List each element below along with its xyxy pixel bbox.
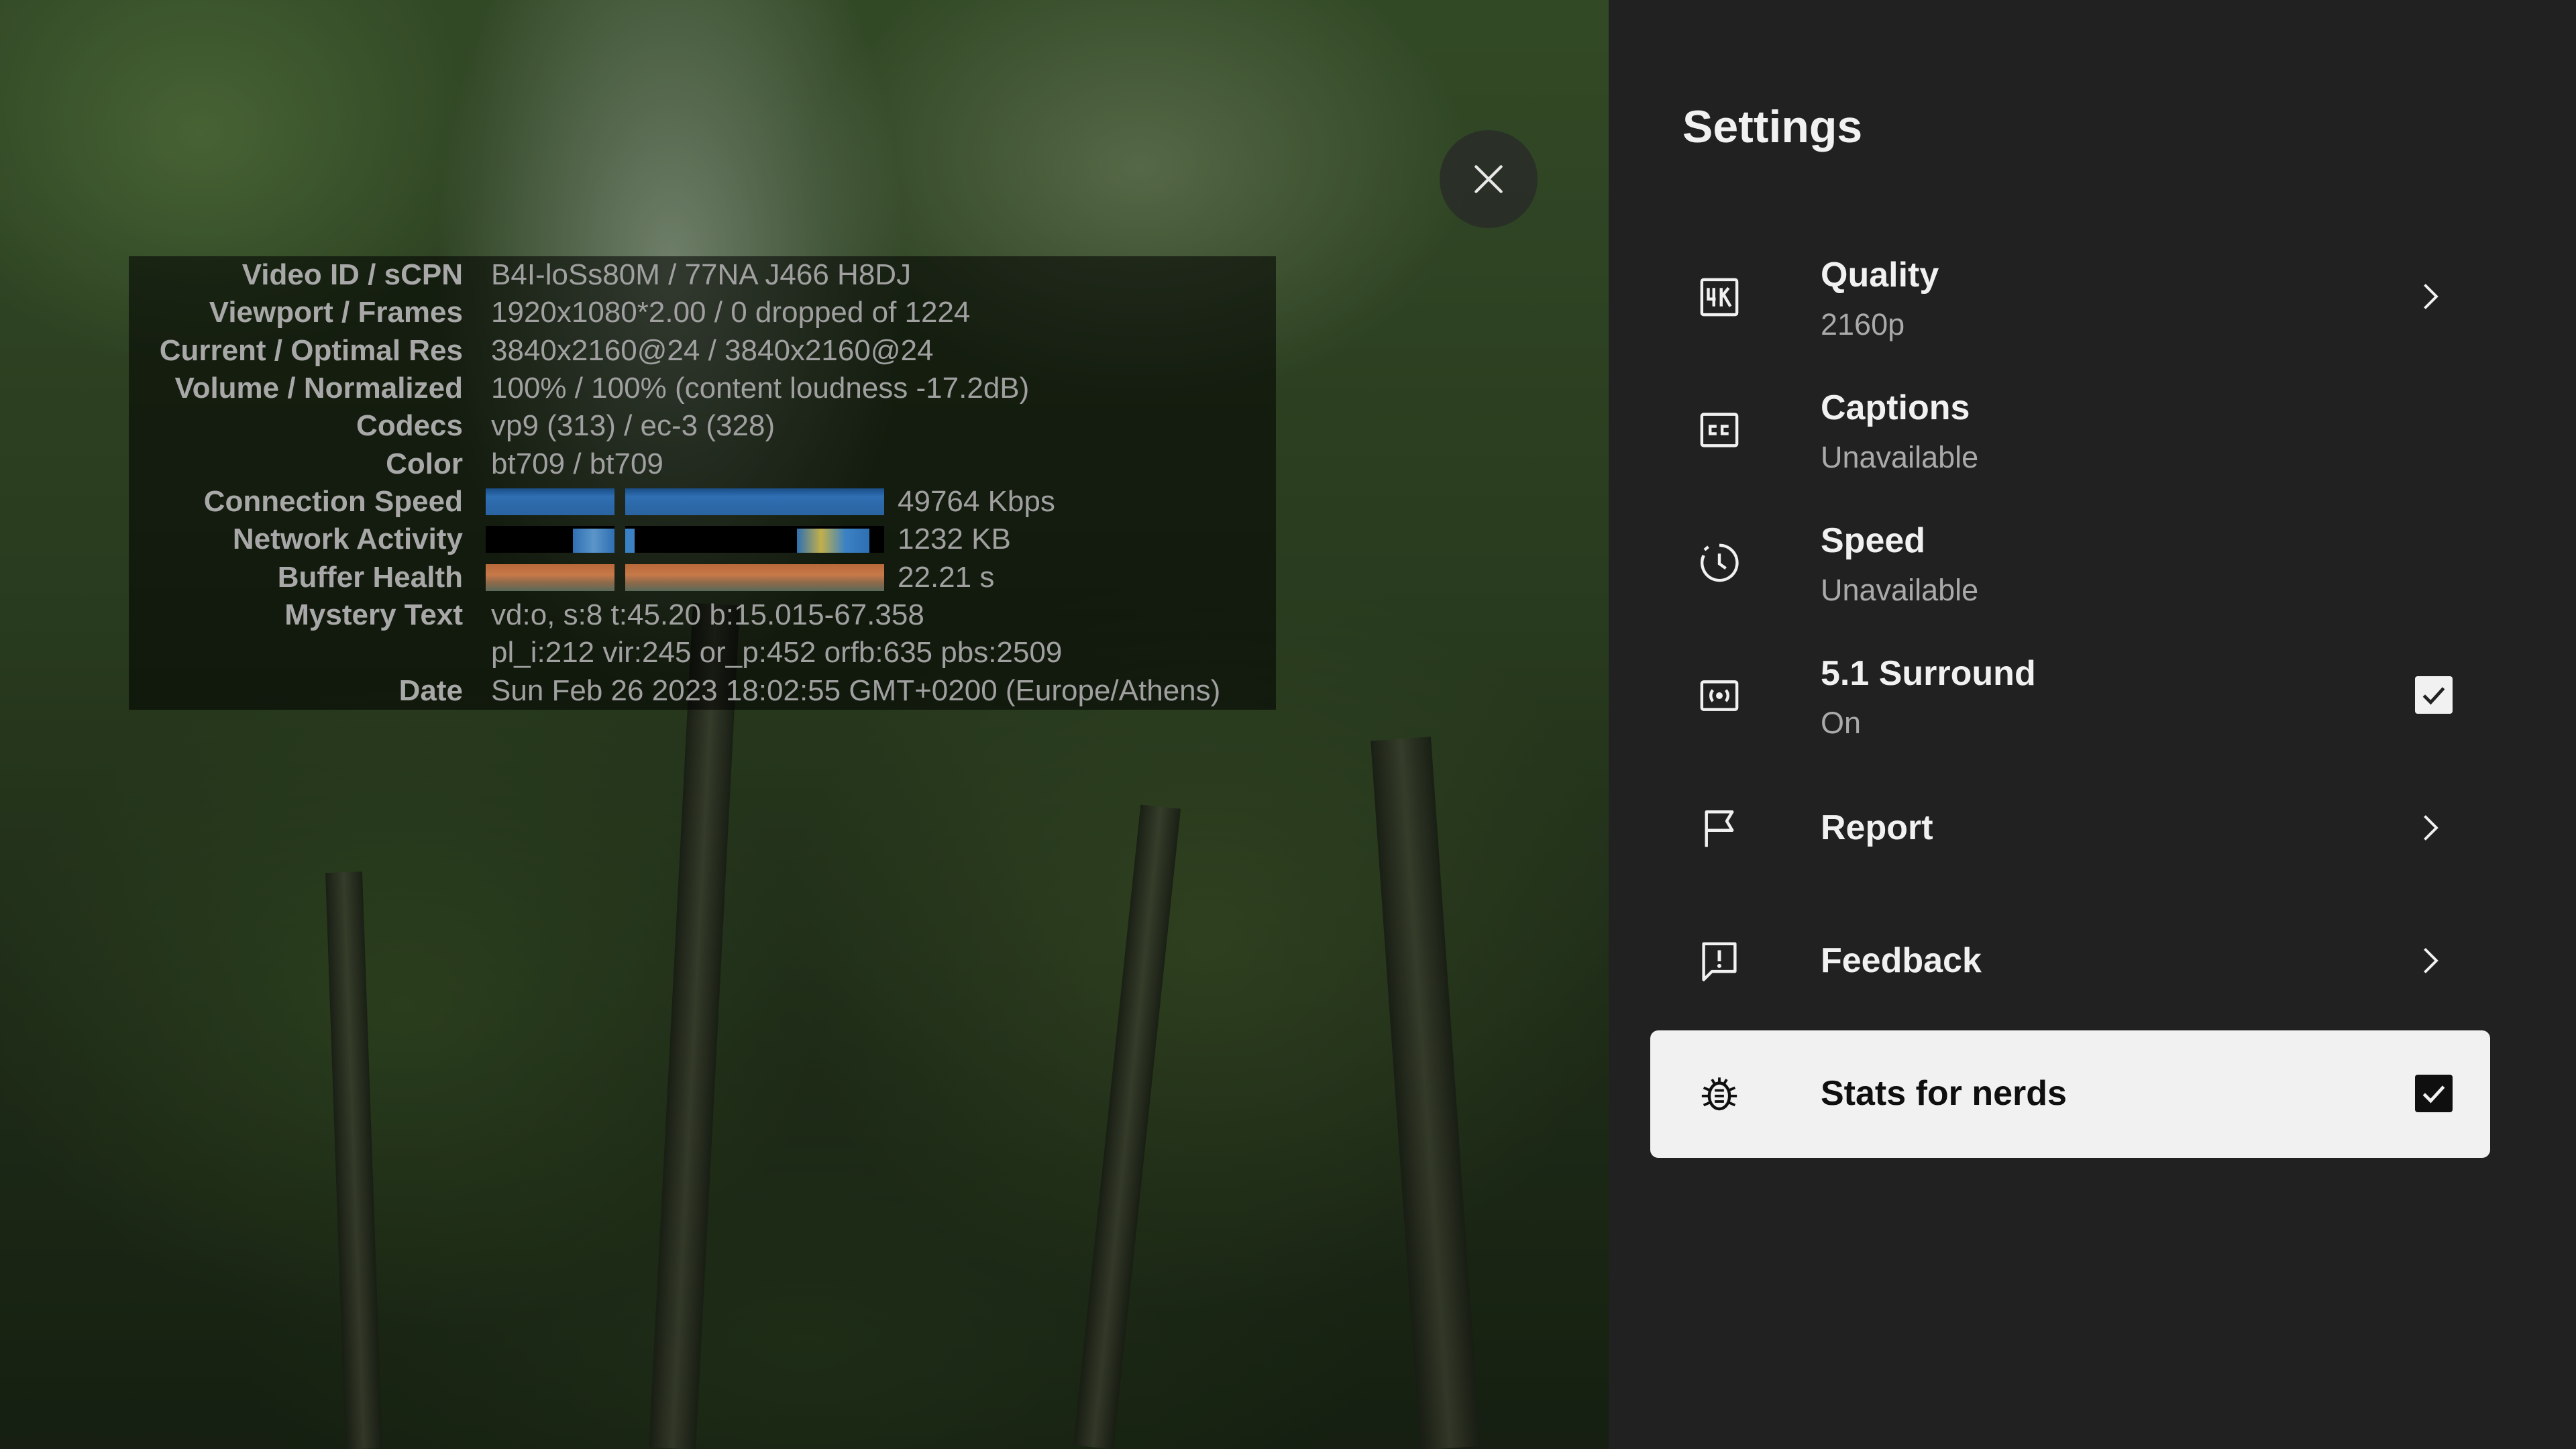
stats-label: Current / Optimal Res (159, 334, 463, 367)
settings-item-subtitle: Unavailable (1821, 440, 1979, 474)
stats-row-mystery-text-2: pl_i:212 vir:245 or_p:452 orfb:635 pbs:2… (129, 634, 1276, 672)
settings-item-subtitle: 2160p (1821, 307, 1905, 341)
stats-row-network-activity: Network Activity 1232 KB (129, 521, 1276, 558)
stats-value: B4I-loSs80M / 77NA J466 H8DJ (491, 258, 912, 291)
settings-item-feedback[interactable]: Feedback (1650, 898, 2490, 1025)
stats-value: 22.21 s (898, 561, 995, 594)
surround-checkbox[interactable] (2415, 676, 2453, 714)
stats-label: Viewport / Frames (209, 296, 463, 329)
stats-row-color: Color bt709 / bt709 (129, 445, 1276, 483)
settings-item-title: Report (1821, 808, 1933, 847)
network-activity-graph (486, 526, 614, 553)
connection-speed-graph (625, 488, 884, 515)
stats-value: pl_i:212 vir:245 or_p:452 orfb:635 pbs:2… (491, 636, 1063, 669)
stats-row-video-id: Video ID / sCPN B4I-loSs80M / 77NA J466 … (129, 256, 1276, 294)
settings-item-title: Quality (1821, 256, 1939, 294)
stats-label: Color (386, 447, 463, 480)
stats-value: 1920x1080*2.00 / 0 dropped of 1224 (491, 296, 971, 329)
settings-item-quality[interactable]: Quality 2160p (1650, 233, 2490, 361)
stats-value: vd:o, s:8 t:45.20 b:15.015-67.358 (491, 598, 924, 631)
settings-item-title: Captions (1821, 388, 1970, 427)
stats-value: 1232 KB (898, 523, 1011, 555)
speed-icon (1701, 543, 1739, 582)
stats-label: Mystery Text (284, 598, 463, 631)
stats-row-date: Date Sun Feb 26 2023 18:02:55 GMT+0200 (… (129, 672, 1276, 710)
stats-value: Sun Feb 26 2023 18:02:55 GMT+0200 (Europ… (491, 674, 1221, 707)
settings-item-report[interactable]: Report (1650, 765, 2490, 892)
flag-icon (1705, 810, 1734, 847)
surround-icon (1700, 680, 1739, 711)
stats-label: Network Activity (232, 523, 463, 555)
feedback-icon (1702, 942, 1737, 981)
settings-item-speed[interactable]: Speed Unavailable (1650, 499, 2490, 627)
connection-speed-graph (486, 488, 614, 515)
stats-label: Video ID / sCPN (241, 258, 463, 291)
stats-label: Connection Speed (203, 485, 463, 518)
close-icon (1474, 165, 1503, 193)
stats-row-connection-speed: Connection Speed 49764 Kbps (129, 483, 1276, 521)
settings-title: Settings (1682, 101, 1863, 152)
stats-for-nerds-panel: Video ID / sCPN B4I-loSs80M / 77NA J466 … (129, 256, 1276, 710)
stats-row-viewport: Viewport / Frames 1920x1080*2.00 / 0 dro… (129, 294, 1276, 331)
settings-item-surround[interactable]: 5.1 Surround On (1650, 632, 2490, 759)
stats-row-codecs: Codecs vp9 (313) / ec-3 (328) (129, 407, 1276, 445)
stats-label: Date (398, 674, 463, 707)
chevron-right-icon (2424, 948, 2438, 973)
buffer-health-graph (486, 564, 614, 591)
settings-item-captions[interactable]: Captions Unavailable (1650, 366, 2490, 494)
stats-for-nerds-checkbox[interactable] (2415, 1075, 2453, 1112)
stats-value: 3840x2160@24 / 3840x2160@24 (491, 334, 934, 367)
stats-row-volume: Volume / Normalized 100% / 100% (content… (129, 370, 1276, 407)
checkmark-icon (2422, 687, 2445, 705)
chevron-right-icon (2424, 284, 2438, 309)
4k-icon (1700, 278, 1739, 317)
stats-row-resolution: Current / Optimal Res 3840x2160@24 / 384… (129, 332, 1276, 370)
network-activity-graph (625, 526, 884, 553)
settings-item-title: Stats for nerds (1821, 1074, 2067, 1113)
stats-value: bt709 / bt709 (491, 447, 663, 480)
settings-item-title: Feedback (1821, 941, 1982, 980)
video-player[interactable] (0, 0, 1609, 1449)
stats-row-buffer-health: Buffer Health 22.21 s (129, 559, 1276, 596)
video-dim-overlay (0, 0, 1609, 1449)
settings-item-title: 5.1 Surround (1821, 654, 2036, 693)
stats-value: 49764 Kbps (898, 485, 1055, 518)
stats-label: Volume / Normalized (174, 372, 464, 405)
settings-item-stats-for-nerds[interactable]: Stats for nerds (1650, 1030, 2490, 1158)
stats-row-mystery-text: Mystery Text vd:o, s:8 t:45.20 b:15.015-… (129, 596, 1276, 634)
settings-item-subtitle: On (1821, 706, 1862, 740)
buffer-health-graph (625, 564, 884, 591)
stats-label: Buffer Health (277, 561, 463, 594)
stats-value: 100% / 100% (content loudness -17.2dB) (491, 372, 1030, 405)
close-button[interactable] (1440, 130, 1538, 228)
bug-icon (1701, 1077, 1737, 1111)
cc-icon (1700, 413, 1739, 447)
settings-item-title: Speed (1821, 521, 1926, 560)
stats-value: vp9 (313) / ec-3 (328) (491, 409, 775, 442)
checkmark-icon (2422, 1085, 2445, 1104)
settings-panel: Settings Quality 2160p Captions Unavaila… (1609, 0, 2576, 1449)
settings-item-subtitle: Unavailable (1821, 573, 1979, 607)
chevron-right-icon (2424, 815, 2438, 841)
stats-label: Codecs (356, 409, 463, 442)
